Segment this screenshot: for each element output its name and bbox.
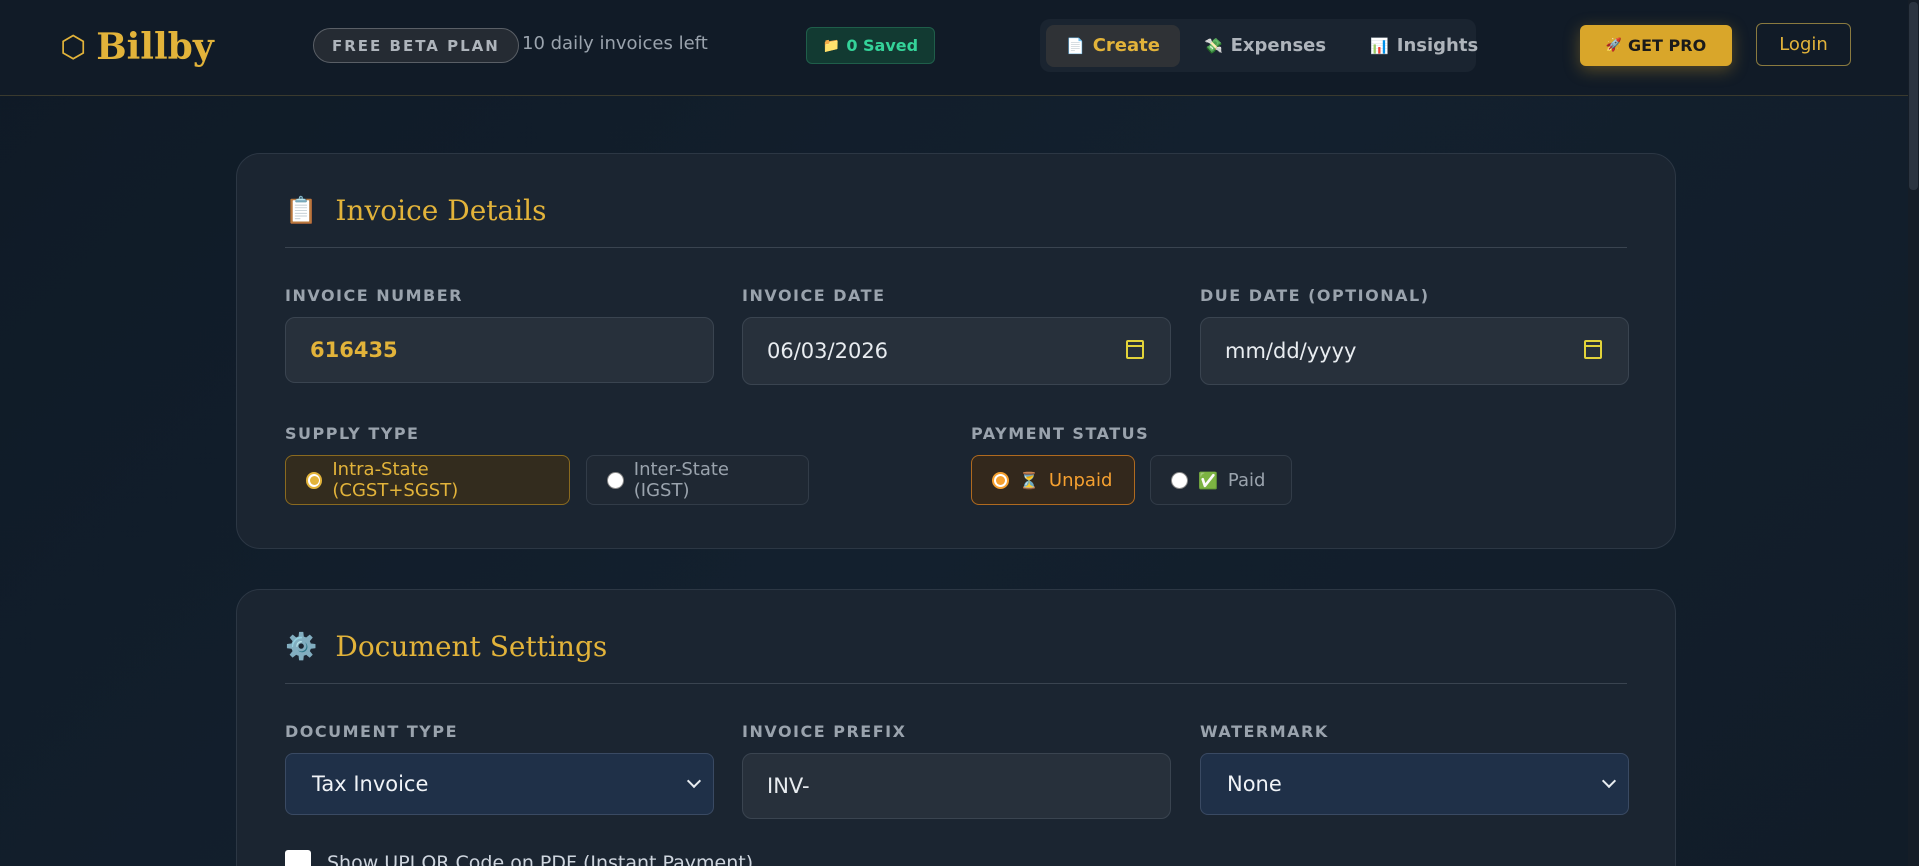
radio-label: Unpaid [1048,469,1113,491]
document-type-value: Tax Invoice [312,772,429,796]
supply-inter-state-radio[interactable]: Inter-State (IGST) [586,455,809,505]
section-title-text: Document Settings [335,630,608,663]
gear-icon: ⚙️ [285,631,318,662]
radio-unselected-icon [1171,471,1188,489]
chart-icon: 📊 [1370,36,1389,55]
invoice-date-value: 06/03/2026 [767,339,889,363]
watermark-value: None [1227,772,1282,796]
invoice-prefix-input[interactable]: INV- [742,753,1171,819]
document-settings-card: ⚙️ Document Settings DOCUMENT TYPE Tax I… [236,589,1676,866]
login-button[interactable]: Login [1756,23,1851,66]
plan-badge: FREE BETA PLAN [313,28,519,63]
tab-create[interactable]: 📄 Create [1046,24,1180,67]
logo-text: Billby [96,26,214,68]
folder-icon: 📁 [822,37,841,54]
watermark-label: WATERMARK [1200,722,1329,741]
section-title-text: Invoice Details [335,194,547,227]
divider [285,247,1627,248]
chevron-down-icon [1601,773,1617,789]
money-icon: 💸 [1203,36,1223,55]
document-type-label: DOCUMENT TYPE [285,722,458,741]
hexagon-logo-icon: ⬡ [60,29,87,65]
get-pro-button[interactable]: 🚀 GET PRO [1580,25,1732,66]
due-date-label: DUE DATE (OPTIONAL) [1200,286,1430,305]
invoice-date-input[interactable]: 06/03/2026 [742,317,1171,385]
invoice-prefix-value: INV- [767,774,810,798]
radio-label: Inter-State (IGST) [633,459,730,501]
payment-unpaid-radio[interactable]: ⏳ Unpaid [971,455,1135,505]
watermark-select[interactable]: None [1200,753,1629,815]
invoice-details-card: 📋 Invoice Details INVOICE NUMBER 616435 … [236,153,1676,549]
section-title: ⚙️ Document Settings [285,630,607,663]
hourglass-icon: ⏳ [1019,470,1039,490]
due-date-input[interactable]: mm/dd/yyyy [1200,317,1629,385]
scrollbar-thumb[interactable] [1909,2,1918,190]
tab-insights[interactable]: 📊 Insights [1350,25,1498,67]
tab-label: Insights [1396,35,1479,56]
chevron-down-icon [686,773,702,789]
checkmark-icon: ✅ [1198,470,1218,490]
calendar-icon[interactable] [1126,340,1144,359]
invoice-number-label: INVOICE NUMBER [285,286,463,305]
rocket-icon: 🚀 [1605,38,1622,53]
document-type-select[interactable]: Tax Invoice [285,753,714,815]
divider [285,683,1627,684]
get-pro-label: GET PRO [1627,36,1707,55]
saved-button[interactable]: 📁 0 Saved [806,27,935,64]
payment-paid-radio[interactable]: ✅ Paid [1150,455,1292,505]
tab-expenses[interactable]: 💸 Expenses [1184,25,1346,67]
radio-label: Paid [1227,469,1266,491]
tab-label: Create [1092,35,1160,56]
saved-count: 0 Saved [846,36,919,55]
document-icon: 📄 [1066,36,1085,55]
section-title: 📋 Invoice Details [285,194,547,227]
upi-qr-label: Show UPI QR Code on PDF (Instant Payment… [327,852,754,866]
main-nav: 📄 Create 💸 Expenses 📊 Insights [1040,19,1478,72]
invoice-date-label: INVOICE DATE [742,286,886,305]
upi-qr-checkbox[interactable] [285,850,311,866]
logo[interactable]: ⬡ Billby [60,22,214,72]
payment-status-label: PAYMENT STATUS [971,424,1150,443]
supply-type-label: SUPPLY TYPE [285,424,420,443]
clipboard-icon: 📋 [285,195,318,226]
due-date-placeholder: mm/dd/yyyy [1225,339,1357,363]
invoice-number-input[interactable]: 616435 [285,317,714,383]
invoices-left-text: 10 daily invoices left [522,33,708,54]
invoice-prefix-label: INVOICE PREFIX [742,722,907,741]
calendar-icon[interactable] [1584,340,1602,359]
radio-label: Intra-State (CGST+SGST) [332,459,459,501]
radio-unselected-icon [607,471,624,489]
supply-intra-state-radio[interactable]: Intra-State (CGST+SGST) [285,455,570,505]
top-header: ⬡ Billby FREE BETA PLAN 10 daily invoice… [0,0,1908,96]
tab-label: Expenses [1230,35,1327,56]
invoice-number-value: 616435 [310,338,398,362]
radio-selected-icon [992,471,1009,489]
radio-selected-icon [306,471,323,489]
